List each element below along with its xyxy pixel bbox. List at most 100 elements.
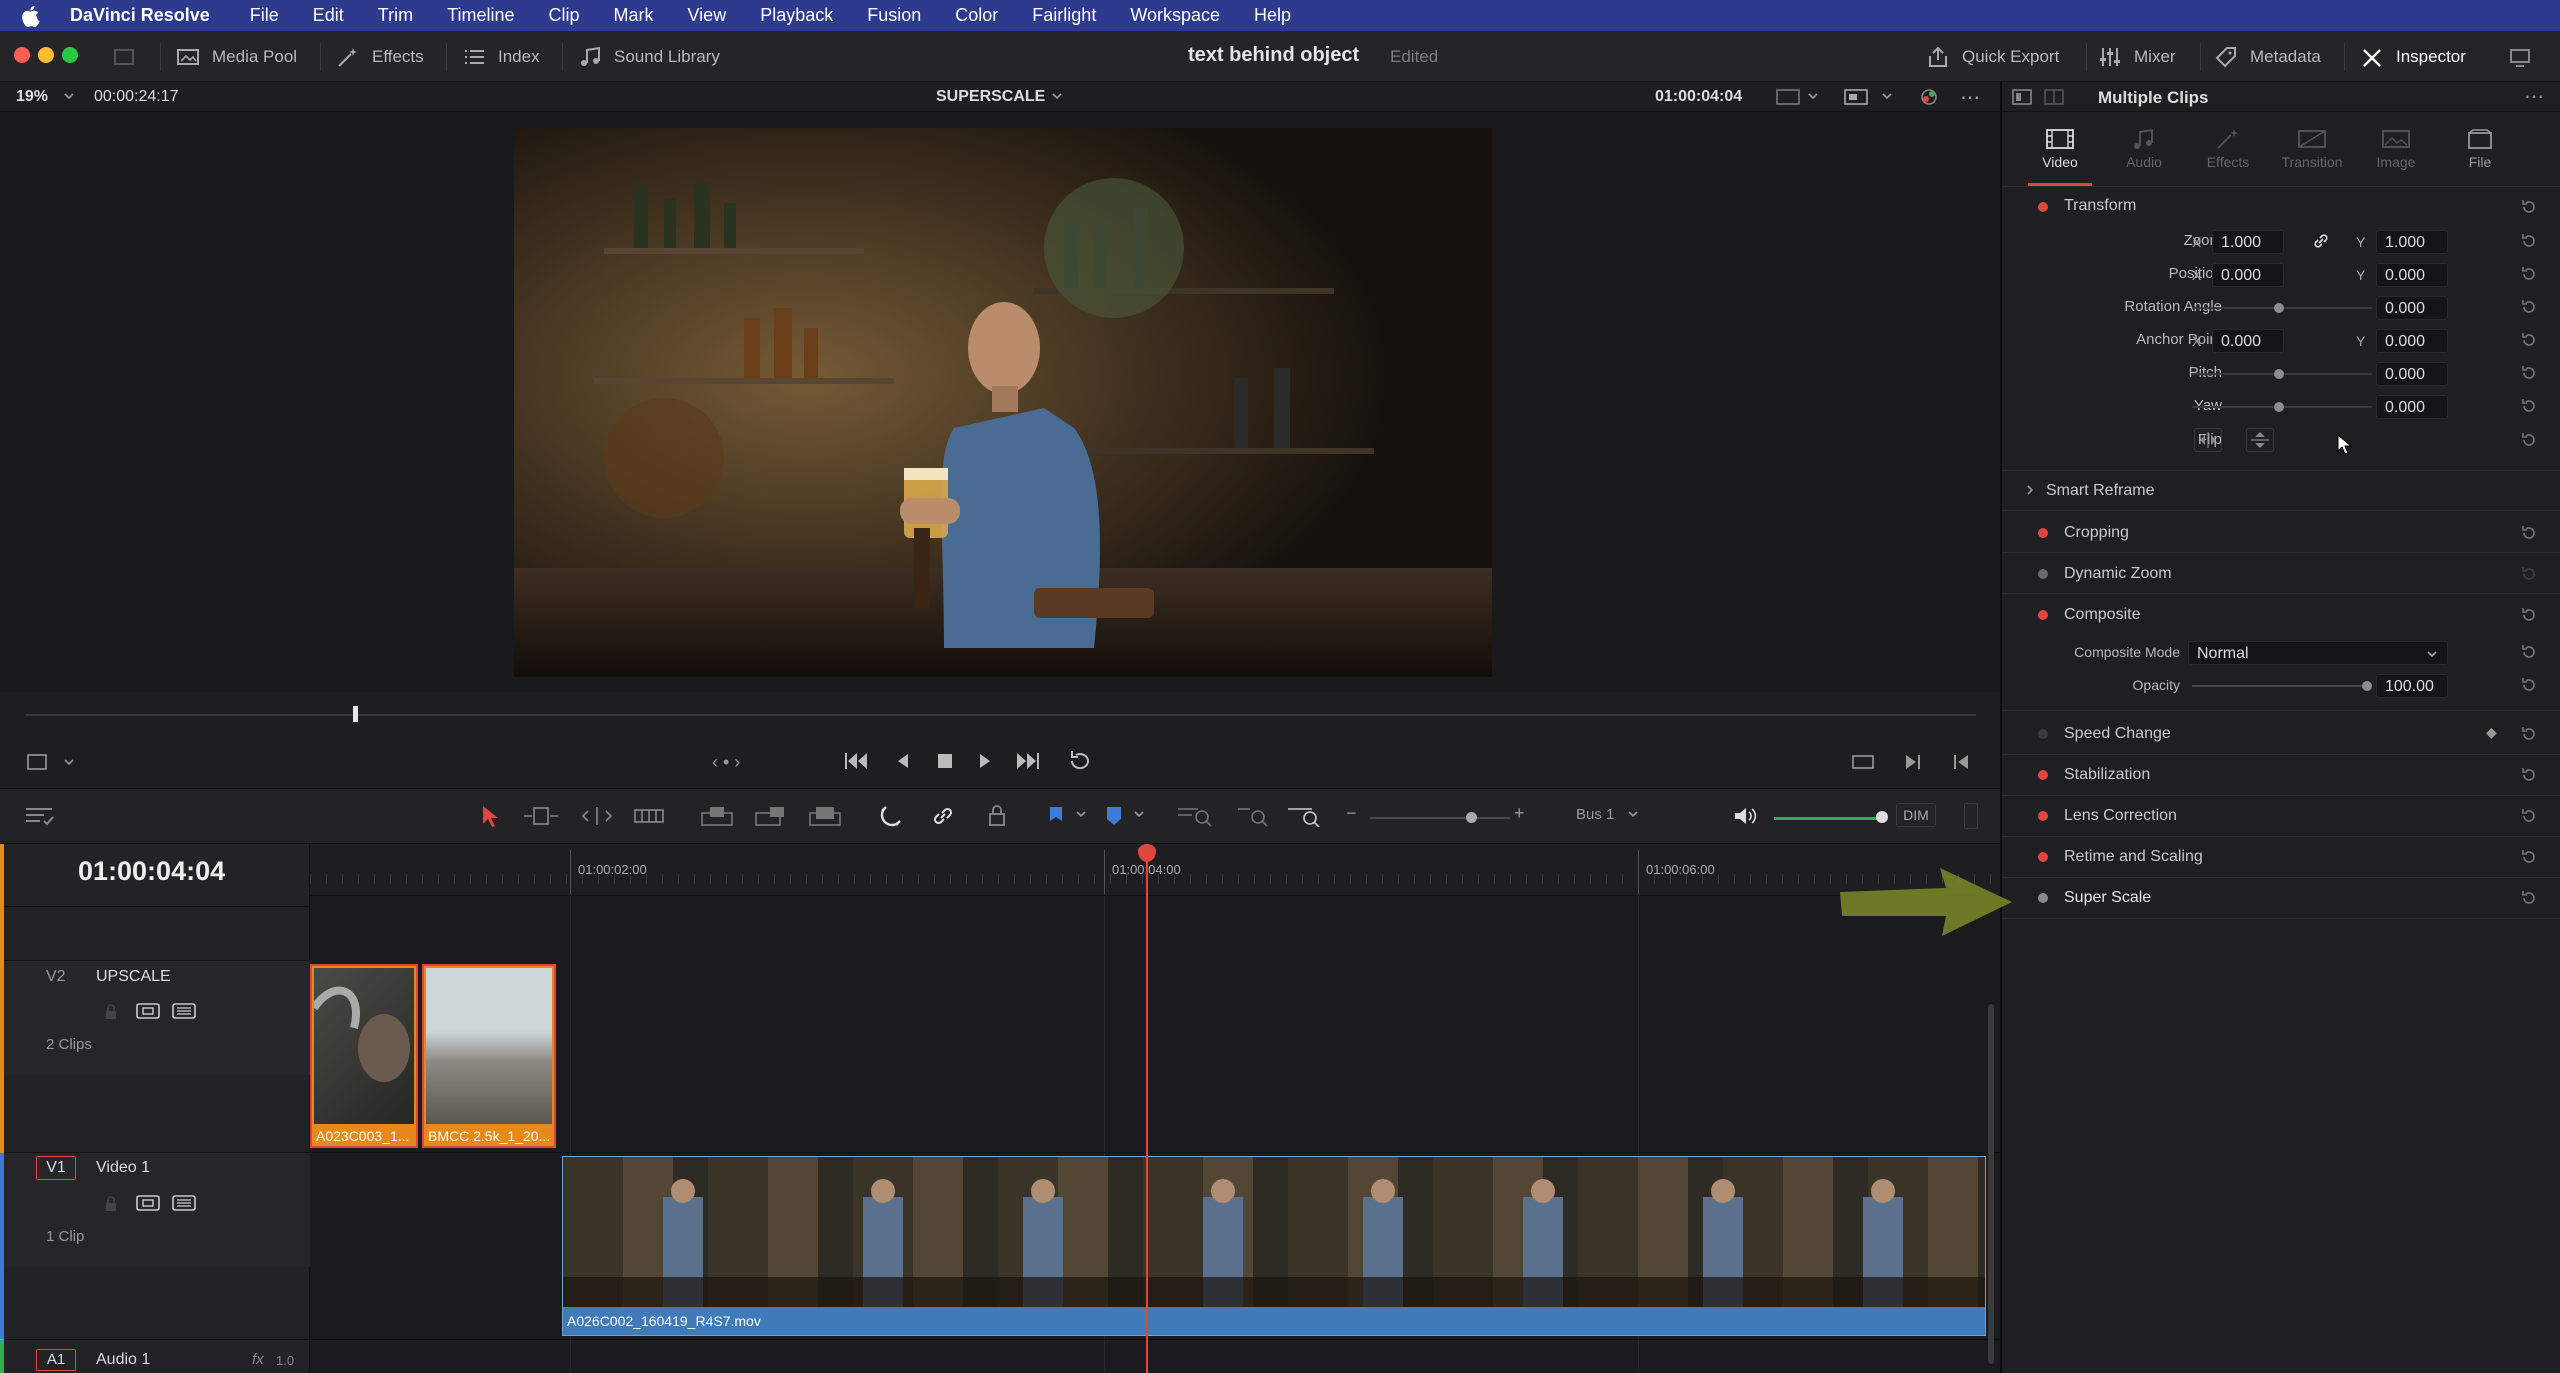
go-to-end-icon[interactable] (1014, 750, 1042, 772)
effects-button[interactable]: Effects (336, 45, 424, 69)
disable-track-icon[interactable] (172, 1002, 196, 1020)
chevron-down-icon[interactable] (1074, 803, 1088, 825)
anchor-x-field[interactable]: 0.000 (2212, 329, 2284, 353)
tab-image[interactable]: Image (2354, 118, 2438, 182)
crop-icon[interactable] (26, 752, 48, 772)
minimize-window-button[interactable] (38, 47, 54, 63)
retime-scaling-section[interactable]: Retime and Scaling (2002, 839, 2560, 875)
chevron-down-icon[interactable] (1132, 803, 1146, 825)
menu-workspace[interactable]: Workspace (1130, 5, 1220, 26)
volume-slider-handle[interactable] (1876, 811, 1888, 823)
flip-horizontal-icon[interactable] (2194, 428, 2222, 452)
reset-icon[interactable] (2520, 232, 2538, 250)
chevron-down-icon[interactable] (62, 86, 76, 106)
stabilization-section[interactable]: Stabilization (2002, 757, 2560, 793)
zoom-out-icon[interactable]: − (1346, 803, 1357, 824)
tab-transition[interactable]: Transition (2270, 118, 2354, 182)
track-a1-fx[interactable]: fx (252, 1351, 264, 1368)
viewer-layout-icon[interactable] (1776, 88, 1802, 106)
timeline-selector[interactable]: SUPERSCALE (936, 88, 1045, 106)
jog-control-icon[interactable]: ‹ • › (712, 752, 740, 773)
trim-tool-icon[interactable] (522, 805, 560, 827)
timeline-clip[interactable]: A023C003_1... (310, 964, 418, 1148)
menu-clip[interactable]: Clip (548, 5, 579, 26)
reset-icon[interactable] (2520, 565, 2538, 583)
color-picker-icon[interactable] (1918, 86, 1940, 108)
tab-video[interactable]: Video (2018, 118, 2102, 186)
zoom-y-field[interactable]: 1.000 (2376, 230, 2448, 254)
reset-icon[interactable] (2520, 524, 2538, 542)
close-window-button[interactable] (14, 47, 30, 63)
scrubber-track[interactable] (26, 714, 1976, 716)
menu-view[interactable]: View (688, 5, 727, 26)
reset-icon[interactable] (2520, 643, 2538, 661)
reset-icon[interactable] (2520, 766, 2538, 784)
lens-correction-section[interactable]: Lens Correction (2002, 798, 2560, 834)
timeline-scrollbar[interactable] (1988, 1004, 1994, 1364)
cropping-section[interactable]: Cropping (2002, 515, 2560, 551)
more-options-icon[interactable]: ⋯ (1960, 85, 1980, 110)
reset-icon[interactable] (2520, 848, 2538, 866)
reset-icon[interactable] (2520, 889, 2538, 907)
zoom-x-field[interactable]: 1.000 (2212, 230, 2284, 254)
play-icon[interactable] (974, 750, 996, 772)
apple-icon[interactable] (22, 5, 50, 27)
stabilization-enable-toggle[interactable] (2038, 770, 2048, 780)
opacity-field[interactable]: 100.00 (2376, 674, 2448, 698)
reset-icon[interactable] (2520, 265, 2538, 283)
auto-track-select-icon[interactable] (136, 1194, 160, 1212)
timeline-clip[interactable]: A026C002_160419_R4S7.mov (562, 1156, 1986, 1336)
sound-library-button[interactable]: Sound Library (578, 45, 720, 69)
pitch-slider-handle[interactable] (2274, 369, 2284, 379)
viewer-zoom[interactable]: 19% (16, 88, 48, 106)
position-y-field[interactable]: 0.000 (2376, 263, 2448, 287)
go-to-start-icon[interactable] (842, 750, 870, 772)
marker-icon[interactable] (1104, 805, 1124, 827)
cropping-enable-toggle[interactable] (2038, 528, 2048, 538)
playhead[interactable] (1146, 844, 1148, 1373)
flip-vertical-icon[interactable] (2246, 428, 2274, 452)
inspector-layout-icon[interactable] (2012, 88, 2032, 106)
menu-file[interactable]: File (250, 5, 279, 26)
timeline-clip[interactable]: BMCC 2.5k_1_20... (422, 964, 556, 1148)
super-scale-enable-toggle[interactable] (2038, 893, 2048, 903)
match-frame-icon[interactable] (1850, 752, 1876, 772)
app-menu[interactable]: DaVinci Resolve (70, 5, 210, 26)
reset-icon[interactable] (2520, 431, 2538, 449)
speed-change-enable-toggle[interactable] (2038, 729, 2048, 739)
composite-enable-toggle[interactable] (2038, 610, 2048, 620)
video-frame[interactable] (514, 128, 1492, 677)
volume-slider[interactable] (1774, 817, 1886, 820)
menu-trim[interactable]: Trim (378, 5, 413, 26)
overlay-icon[interactable] (1844, 88, 1870, 106)
smart-reframe-section[interactable]: Smart Reframe (2002, 476, 2560, 506)
chevron-down-icon[interactable] (1880, 86, 1894, 106)
snapping-icon[interactable] (878, 803, 904, 829)
menu-mark[interactable]: Mark (614, 5, 654, 26)
speaker-icon[interactable] (1732, 805, 1758, 827)
play-reverse-icon[interactable] (892, 750, 914, 772)
transform-section-header[interactable]: Transform (2002, 192, 2560, 222)
lens-correction-enable-toggle[interactable] (2038, 811, 2048, 821)
dynamic-zoom-section[interactable]: Dynamic Zoom (2002, 556, 2560, 592)
blade-tool-icon[interactable] (632, 805, 666, 827)
linked-selection-icon[interactable] (930, 803, 956, 829)
chevron-down-icon[interactable] (1806, 86, 1820, 106)
menu-edit[interactable]: Edit (313, 5, 344, 26)
stop-icon[interactable] (934, 750, 956, 772)
chevron-down-icon[interactable] (1626, 803, 1640, 825)
disable-track-icon[interactable] (172, 1194, 196, 1212)
overwrite-clip-icon[interactable] (752, 805, 790, 827)
retime-scaling-enable-toggle[interactable] (2038, 852, 2048, 862)
anchor-y-field[interactable]: 0.000 (2376, 329, 2448, 353)
fullscreen-toggle-icon[interactable] (2508, 45, 2532, 69)
scrubber-handle[interactable] (353, 706, 358, 722)
track-a1-id[interactable]: A1 (36, 1349, 76, 1371)
more-options-icon[interactable]: ⋯ (2524, 84, 2544, 109)
opacity-slider-handle[interactable] (2362, 681, 2372, 691)
yaw-field[interactable]: 0.000 (2376, 395, 2448, 419)
chevron-down-icon[interactable] (62, 752, 76, 772)
reset-icon[interactable] (2520, 397, 2538, 415)
keyframe-icon[interactable]: ◆ (2486, 724, 2497, 741)
pitch-field[interactable]: 0.000 (2376, 362, 2448, 386)
